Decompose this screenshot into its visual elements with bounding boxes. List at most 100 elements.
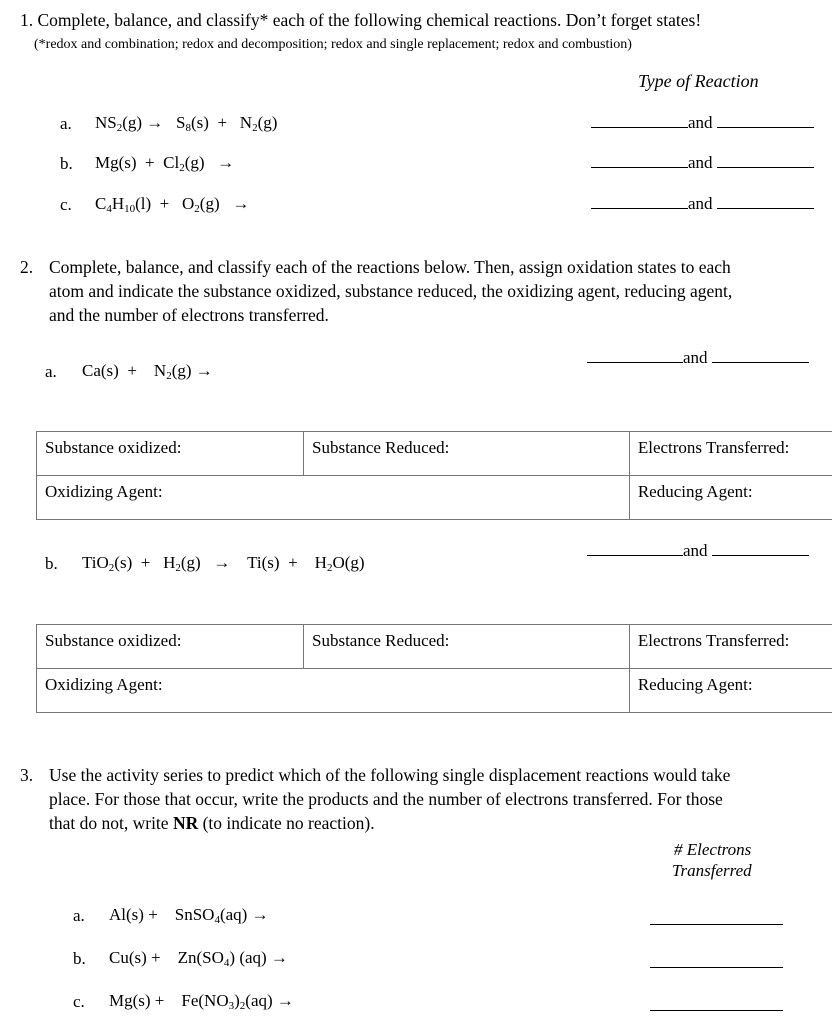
substance-oxidized-label: Substance oxidized: (45, 438, 182, 457)
q3-equation-c: Mg(s) + Fe(NO3)2(aq) → (109, 991, 294, 1012)
q2-equation-a: Ca(s) + N2(g) → (82, 361, 213, 382)
q2-number: 2. (20, 257, 34, 277)
q2-title-line-3: and the number of electrons transferred. (49, 305, 329, 325)
equation-text: (g) (257, 113, 278, 132)
q1-a-blank-1[interactable] (591, 113, 688, 128)
equation-text: ) (aq) → (229, 948, 288, 967)
q3-b-electrons-blank[interactable] (650, 953, 783, 968)
q1-c-blank-1[interactable] (591, 194, 688, 209)
q1-note: (*redox and combination; redox and decom… (34, 37, 632, 52)
q1-label-c: c. (60, 195, 72, 214)
q2a-reducing-agent-cell[interactable]: Reducing Agent: (628, 475, 832, 520)
reducing-agent-label: Reducing Agent: (637, 482, 753, 501)
equation-text: (g) → (199, 194, 250, 213)
reducing-agent-label: Reducing Agent: (637, 675, 753, 694)
equation-text: Mg(s) + Fe(NO (109, 991, 229, 1010)
q1-equation-b: Mg(s) + Cl2(g) → (95, 153, 235, 174)
q1-answer-b: and (591, 153, 814, 173)
q2-title-line-1: Complete, balance, and classify each of … (49, 257, 731, 277)
equation-text: C (95, 194, 107, 213)
equation-text: H (111, 194, 125, 213)
q2a-substance-oxidized-cell[interactable]: Substance oxidized: (36, 431, 304, 476)
q1-answer-a: and (591, 113, 814, 133)
q3-title-line-1: Use the activity series to predict which… (49, 765, 731, 785)
substance-oxidized-label: Substance oxidized: (45, 631, 182, 650)
substance-reduced-label: Substance Reduced: (312, 631, 450, 650)
q3-label-c: c. (73, 992, 85, 1011)
electrons-transferred-label: Electrons Transferred: (637, 631, 790, 650)
q1-number: 1. (20, 10, 34, 30)
and-label: and (683, 541, 708, 560)
q1-a-blank-2[interactable] (716, 113, 814, 128)
nr-bold: NR (172, 813, 199, 833)
equation-text: (l) + O (135, 194, 195, 213)
q2b-answer: and (587, 541, 809, 561)
q1-answer-c: and (591, 194, 814, 214)
q1-label-b: b. (60, 154, 73, 173)
subscript: 10 (124, 203, 136, 215)
q3-label-a: a. (73, 906, 85, 925)
and-label: and (688, 113, 713, 132)
oxidizing-agent-label: Oxidizing Agent: (45, 482, 163, 501)
q2b-blank-1[interactable] (587, 541, 683, 556)
q2-title-line-2: atom and indicate the substance oxidized… (49, 281, 733, 301)
q2a-electrons-transferred-cell[interactable]: Electrons Transferred: (628, 431, 832, 476)
q3-number: 3. (20, 765, 34, 785)
q2a-blank-1[interactable] (587, 348, 683, 363)
q3-equation-b: Cu(s) + Zn(SO4) (aq) → (109, 948, 288, 969)
equation-text: NS (95, 113, 117, 132)
and-label: and (683, 348, 708, 367)
oxidizing-agent-label: Oxidizing Agent: (45, 675, 163, 694)
q2b-reducing-agent-cell[interactable]: Reducing Agent: (628, 668, 832, 713)
equation-text: (g) → S (122, 113, 186, 132)
equation-text: (aq) → (245, 991, 294, 1010)
q2b-electrons-transferred-cell[interactable]: Electrons Transferred: (628, 624, 832, 669)
electrons-header-line-1: # Electrons (674, 840, 752, 859)
electrons-transferred-label: Electrons Transferred: (637, 438, 790, 457)
equation-text: Cu(s) + Zn(SO (109, 948, 224, 967)
q2b-substance-reduced-cell[interactable]: Substance Reduced: (303, 624, 630, 669)
electrons-header-line-2: Transferred (672, 861, 752, 880)
q3-a-electrons-blank[interactable] (650, 910, 783, 925)
q1-equation-a: NS2(g) → S8(s) + N2(g) (95, 113, 278, 134)
q3-title-line-3: that do not, write NR (to indicate no re… (49, 813, 375, 833)
q2-equation-b: TiO2(s) + H2(g) → Ti(s) + H2O(g) (82, 553, 365, 574)
q2-label-b: b. (45, 554, 58, 573)
q2a-answer: and (587, 348, 809, 368)
q2b-answer-table: Substance oxidized: Substance Reduced: E… (36, 624, 832, 713)
and-label: and (688, 194, 713, 213)
equation-text: (g) → (184, 153, 235, 172)
equation-text: (g) → Ti(s) + H (180, 553, 327, 572)
type-of-reaction-header: Type of Reaction (638, 71, 759, 91)
equation-text: Mg(s) + Cl (95, 153, 180, 172)
q1-b-blank-1[interactable] (591, 153, 688, 168)
q1-c-blank-2[interactable] (716, 194, 814, 209)
q2b-blank-2[interactable] (711, 541, 809, 556)
q1-title: Complete, balance, and classify* each of… (37, 10, 702, 30)
equation-text: Ca(s) + N (82, 361, 167, 380)
q1-heading: 1. Complete, balance, and classify* each… (20, 8, 701, 32)
q3-c-electrons-blank[interactable] (650, 996, 783, 1011)
q1-equation-c: C4H10(l) + O2(g) → (95, 194, 250, 215)
q2b-substance-oxidized-cell[interactable]: Substance oxidized: (36, 624, 304, 669)
q2a-oxidizing-agent-cell[interactable]: Oxidizing Agent: (36, 475, 630, 520)
q1-b-blank-2[interactable] (716, 153, 814, 168)
equation-text: Al(s) + SnSO (109, 905, 215, 924)
equation-text: O(g) (332, 553, 365, 572)
and-label: and (688, 153, 713, 172)
q1-label-a: a. (60, 114, 72, 133)
equation-text: (aq) → (219, 905, 269, 924)
q2b-oxidizing-agent-cell[interactable]: Oxidizing Agent: (36, 668, 630, 713)
q2a-blank-2[interactable] (711, 348, 809, 363)
substance-reduced-label: Substance Reduced: (312, 438, 450, 457)
equation-text: TiO (82, 553, 109, 572)
q3-label-b: b. (73, 949, 86, 968)
equation-text: (s) + H (114, 553, 176, 572)
q2a-answer-table: Substance oxidized: Substance Reduced: E… (36, 431, 832, 520)
q2-label-a: a. (45, 362, 57, 381)
equation-text: (s) + N (191, 113, 253, 132)
q3-title-line-2: place. For those that occur, write the p… (49, 789, 723, 809)
equation-text: (g) → (171, 361, 213, 380)
q2a-substance-reduced-cell[interactable]: Substance Reduced: (303, 431, 630, 476)
q3-equation-a: Al(s) + SnSO4(aq) → (109, 905, 269, 926)
